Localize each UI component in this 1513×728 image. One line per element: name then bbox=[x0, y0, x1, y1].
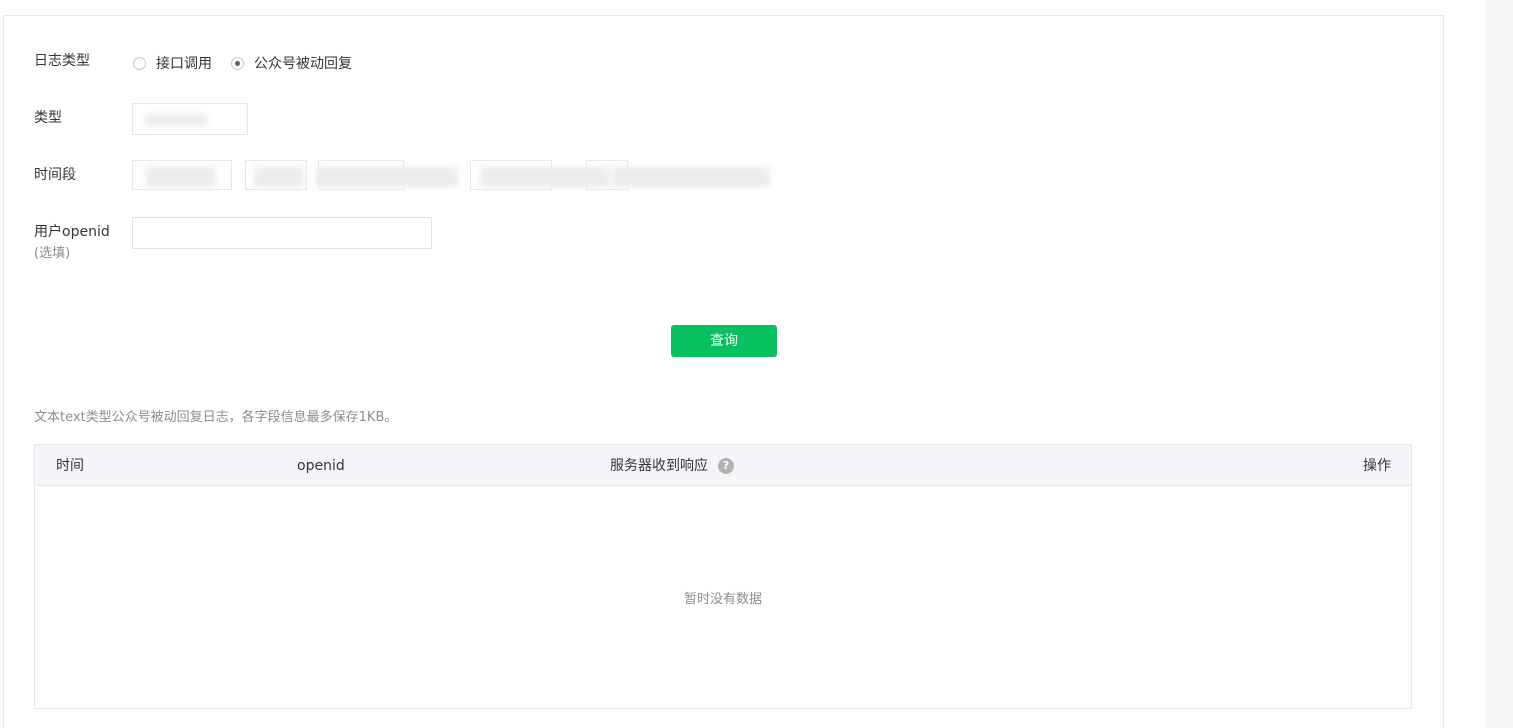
table-header: 时间 openid 服务器收到响应 ? 操作 bbox=[35, 445, 1411, 486]
column-header-action: 操作 bbox=[1363, 458, 1391, 474]
radio-passive-reply-label: 公众号被动回复 bbox=[254, 56, 352, 72]
redacted-block-5 bbox=[612, 167, 770, 187]
redacted-block-3 bbox=[316, 167, 458, 187]
radio-api-call-indicator[interactable] bbox=[133, 56, 146, 70]
radio-api-call[interactable]: 接口调用 bbox=[133, 53, 212, 73]
time-range-label: 时间段 bbox=[34, 167, 76, 183]
radio-passive-reply-indicator[interactable] bbox=[231, 56, 244, 70]
log-table: 时间 openid 服务器收到响应 ? 操作 暂时没有数据 bbox=[34, 444, 1412, 709]
right-side-strip bbox=[1485, 0, 1513, 728]
openid-optional-hint: (选填) bbox=[34, 246, 71, 261]
type-label: 类型 bbox=[34, 110, 62, 126]
redacted-block-1 bbox=[146, 167, 216, 187]
openid-input[interactable] bbox=[132, 217, 432, 249]
type-select-redacted bbox=[145, 114, 207, 126]
table-empty-text: 暂时没有数据 bbox=[683, 592, 762, 607]
question-circle-icon[interactable]: ? bbox=[718, 458, 734, 474]
column-header-server-response: 服务器收到响应 ? bbox=[610, 457, 734, 475]
radio-api-call-label: 接口调用 bbox=[156, 56, 212, 72]
log-tip-text: 文本text类型公众号被动回复日志，各字段信息最多保存1KB。 bbox=[34, 410, 398, 425]
redacted-block-4 bbox=[480, 167, 610, 187]
column-header-time: 时间 bbox=[56, 458, 84, 474]
column-header-openid: openid bbox=[297, 458, 345, 474]
log-type-label: 日志类型 bbox=[34, 53, 90, 69]
openid-label: 用户openid bbox=[34, 224, 110, 240]
radio-passive-reply[interactable]: 公众号被动回复 bbox=[231, 53, 352, 73]
redacted-block-2 bbox=[254, 167, 304, 187]
query-button[interactable]: 查询 bbox=[671, 325, 777, 357]
